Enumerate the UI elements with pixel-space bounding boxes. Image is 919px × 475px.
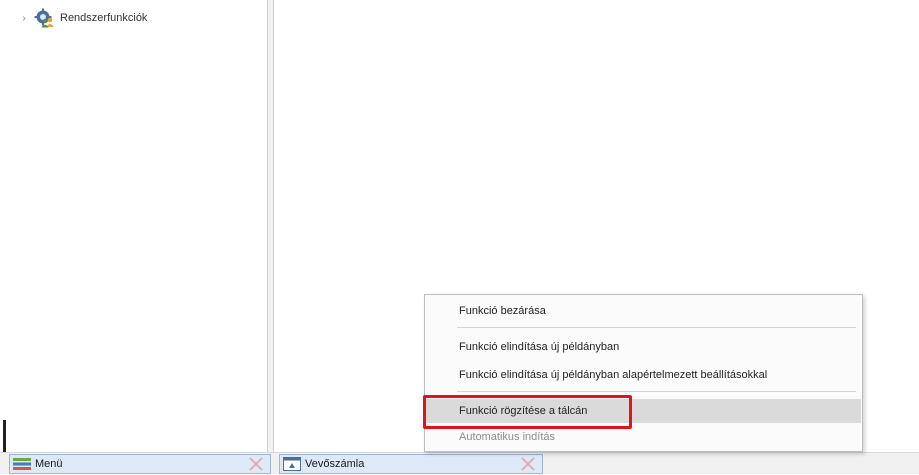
gear-users-icon <box>34 8 56 28</box>
navigation-tree-panel: › Rendszerfunkciók <box>8 0 268 452</box>
chevron-right-icon[interactable]: › <box>18 13 30 24</box>
tree-item-rendszerfunkciok[interactable]: › Rendszerfunkciók <box>18 8 147 28</box>
taskbar-tab-label: Menü <box>35 458 63 470</box>
menu-item-label: Automatikus indítás <box>459 431 555 443</box>
menu-icon <box>13 457 31 471</box>
highlight-annotation-box <box>423 395 632 429</box>
tree-item-label: Rendszerfunkciók <box>60 12 148 24</box>
taskbar-tab-label: Vevőszámla <box>305 458 365 470</box>
window-icon <box>283 457 301 471</box>
menu-item-label: Funkció bezárása <box>459 305 546 317</box>
menu-item-start-new-instance[interactable]: Funkció elindítása új példányban <box>426 335 861 359</box>
edge-marker <box>3 420 6 454</box>
menu-item-label: Funkció elindítása új példányban alapért… <box>459 369 768 381</box>
close-icon[interactable] <box>248 456 264 472</box>
menu-separator <box>457 391 856 392</box>
panel-splitter[interactable] <box>267 0 274 452</box>
window-left-edge <box>0 0 7 474</box>
close-icon[interactable] <box>520 456 536 472</box>
taskbar-tab-menu[interactable]: Menü <box>9 454 271 474</box>
taskbar-tab-vevoszamla[interactable]: Vevőszámla <box>279 454 543 474</box>
function-taskbar: Menü Vevőszámla <box>0 452 919 474</box>
menu-item-close-function[interactable]: Funkció bezárása <box>426 299 861 323</box>
menu-separator <box>457 327 856 328</box>
menu-item-label: Funkció elindítása új példányban <box>459 341 620 353</box>
menu-item-start-new-instance-defaults[interactable]: Funkció elindítása új példányban alapért… <box>426 363 861 387</box>
